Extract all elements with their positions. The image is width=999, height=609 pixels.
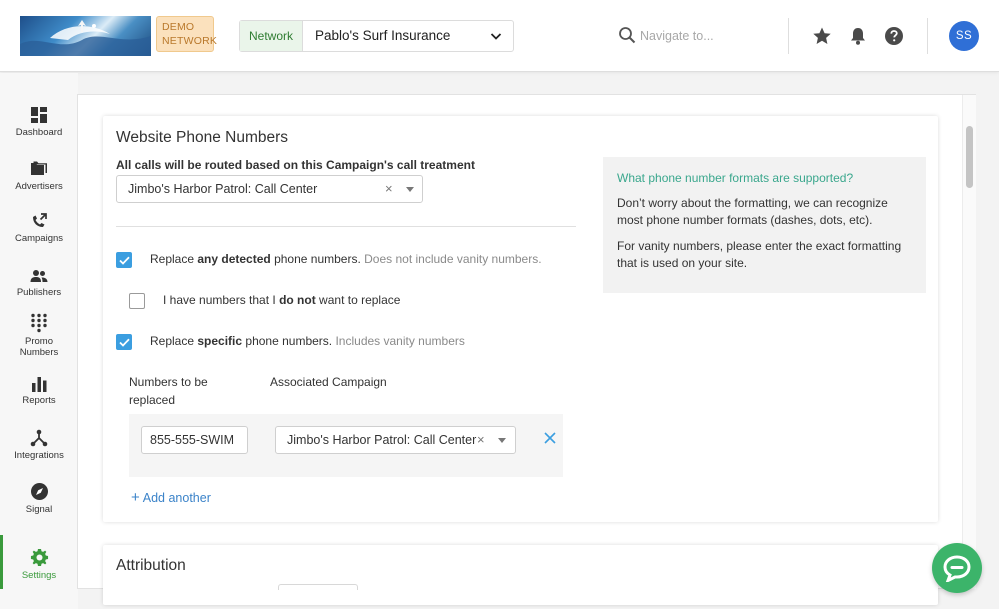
caret-down-icon[interactable] bbox=[498, 438, 506, 443]
chat-bubble-icon bbox=[943, 555, 971, 582]
hub-icon bbox=[30, 429, 48, 447]
people-icon bbox=[30, 270, 48, 282]
phone-forward-icon bbox=[33, 213, 47, 227]
sidebar-item-label: Campaigns bbox=[14, 233, 64, 244]
divider bbox=[927, 18, 928, 54]
clear-icon[interactable]: × bbox=[385, 176, 393, 202]
info-paragraph: For vanity numbers, please enter the exa… bbox=[617, 239, 902, 270]
select-value: Jimbo's Harbor Patrol: Call Center bbox=[287, 433, 477, 447]
checkmark-icon bbox=[119, 256, 130, 265]
section-title: Website Phone Numbers bbox=[116, 129, 289, 146]
sidebar-item-integrations[interactable]: Integrations bbox=[0, 429, 78, 461]
dashboard-icon bbox=[31, 107, 47, 123]
divider bbox=[788, 18, 789, 54]
sidebar-item-campaigns[interactable]: Campaigns bbox=[0, 212, 78, 244]
replace-specific-label: Replace specific phone numbers. Includes… bbox=[150, 334, 465, 348]
sidebar-item-reports[interactable]: Reports bbox=[0, 376, 78, 406]
search-icon bbox=[619, 27, 636, 44]
add-another-link[interactable]: + Add another bbox=[131, 489, 211, 506]
call-treatment-select[interactable]: Jimbo's Harbor Patrol: Call Center × bbox=[116, 175, 423, 203]
number-input[interactable] bbox=[141, 426, 248, 454]
navigate-search[interactable] bbox=[618, 25, 768, 47]
format-info-box: What phone number formats are supported?… bbox=[603, 157, 926, 293]
routed-label: All calls will be routed based on this C… bbox=[116, 158, 475, 172]
numbers-column-header: Numbers to be replaced bbox=[129, 375, 208, 407]
replace-detected-label: Replace any detected phone numbers. Does… bbox=[150, 252, 542, 266]
scrollbar-thumb[interactable] bbox=[966, 126, 973, 188]
top-bar: DEMO NETWORK Network Pablo's Surf Insura… bbox=[0, 0, 999, 72]
do-not-replace-checkbox[interactable] bbox=[129, 293, 145, 309]
sidebar-item-label: Settings bbox=[21, 570, 57, 581]
bell-icon[interactable] bbox=[847, 25, 869, 47]
info-paragraph: Don’t worry about the formatting, we can… bbox=[617, 196, 888, 227]
divider bbox=[116, 226, 576, 227]
select-value: Jimbo's Harbor Patrol: Call Center bbox=[128, 182, 318, 196]
network-label: Network bbox=[240, 21, 303, 51]
gear-icon bbox=[30, 548, 48, 567]
sidebar-item-label: Advertisers bbox=[15, 181, 63, 192]
sidebar-item-label: Numbers bbox=[19, 347, 59, 358]
sidebar-item-settings[interactable]: Settings bbox=[0, 548, 78, 581]
sidebar-item-label: Integrations bbox=[14, 450, 64, 461]
navigate-input[interactable] bbox=[640, 25, 768, 47]
star-icon[interactable] bbox=[811, 25, 833, 47]
replace-specific-checkbox[interactable] bbox=[116, 334, 132, 350]
sidebar-item-label: Promo bbox=[25, 336, 53, 347]
do-not-replace-label: I have numbers that I do not want to rep… bbox=[163, 293, 401, 307]
chevron-down-icon bbox=[490, 33, 502, 40]
compass-icon bbox=[30, 483, 48, 500]
sidebar-item-publishers[interactable]: Publishers bbox=[0, 268, 78, 298]
user-avatar[interactable]: SS bbox=[949, 21, 979, 51]
folder-icon bbox=[31, 161, 47, 175]
network-selector[interactable]: Network Pablo's Surf Insurance bbox=[239, 20, 514, 52]
sidebar-item-promo-numbers[interactable]: Promo Numbers bbox=[0, 313, 78, 358]
caret-down-icon[interactable] bbox=[406, 187, 414, 192]
sidebar-item-label: Publishers bbox=[16, 287, 62, 298]
sidebar-item-label: Signal bbox=[25, 504, 53, 515]
associated-campaign-select[interactable]: Jimbo's Harbor Patrol: Call Center × bbox=[275, 426, 516, 454]
bar-chart-icon bbox=[32, 377, 47, 392]
clear-icon[interactable]: × bbox=[477, 427, 485, 453]
sidebar-item-signal[interactable]: Signal bbox=[0, 482, 78, 515]
help-icon[interactable] bbox=[883, 25, 905, 47]
campaign-column-header: Associated Campaign bbox=[270, 375, 387, 389]
sidebar-item-label: Reports bbox=[22, 395, 56, 406]
info-title: What phone number formats are supported? bbox=[617, 171, 854, 185]
chat-button[interactable] bbox=[932, 543, 982, 593]
network-value: Pablo's Surf Insurance bbox=[315, 28, 451, 43]
dialpad-icon bbox=[31, 313, 47, 333]
attribution-card bbox=[103, 545, 938, 605]
plus-icon: + bbox=[131, 489, 140, 506]
sidebar-item-label: Dashboard bbox=[15, 127, 63, 138]
sidebar-item-advertisers[interactable]: Advertisers bbox=[0, 160, 78, 192]
section-title: Attribution bbox=[116, 557, 186, 574]
remove-row-icon[interactable] bbox=[543, 431, 557, 445]
checkmark-icon bbox=[119, 338, 130, 347]
attribution-input[interactable] bbox=[278, 584, 358, 590]
sidebar-item-dashboard[interactable]: Dashboard bbox=[0, 106, 78, 138]
replace-detected-checkbox[interactable] bbox=[116, 252, 132, 268]
brand-logo[interactable] bbox=[20, 16, 151, 56]
demo-network-badge: DEMO NETWORK bbox=[156, 16, 217, 52]
